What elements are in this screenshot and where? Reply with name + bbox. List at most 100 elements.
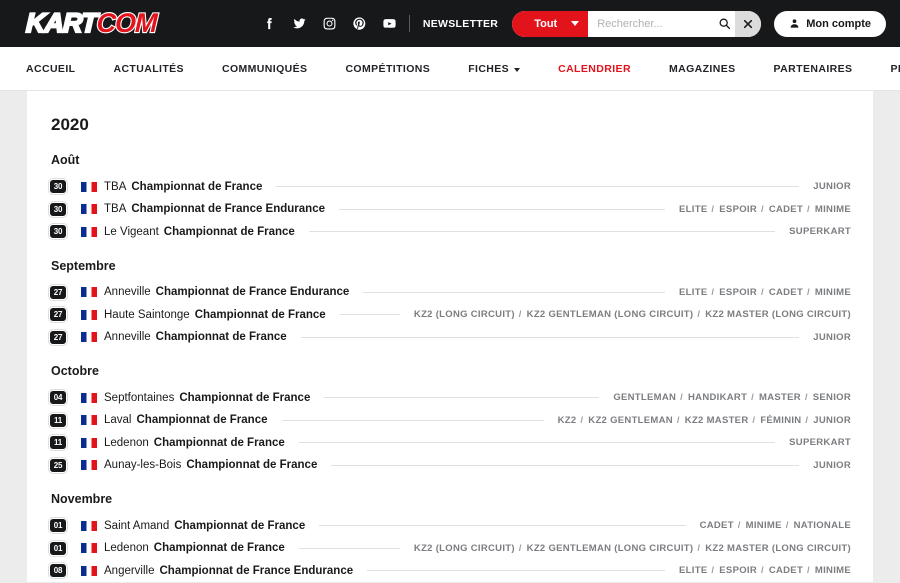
france-flag-icon xyxy=(81,415,97,425)
event-categories: GENTLEMAN / HANDIKART / MASTER / SENIOR xyxy=(613,392,851,403)
event-category: KZ2 (LONG CIRCUIT) xyxy=(414,309,515,320)
nav-item-pr-sentation[interactable]: PRÉSENTATION xyxy=(890,63,900,75)
event-category: SUPERKART xyxy=(789,226,851,237)
event-day-badge: 04 xyxy=(49,390,67,405)
month-block: Août30TBAChampionnat de FranceJUNIOR30TB… xyxy=(49,153,851,243)
month-block: Septembre27AnnevilleChampionnat de Franc… xyxy=(49,259,851,349)
nav-item-fiches[interactable]: FICHES xyxy=(468,63,520,75)
event-category: KZ2 GENTLEMAN (LONG CIRCUIT) xyxy=(527,543,694,554)
category-separator: / xyxy=(749,415,758,426)
chevron-down-icon xyxy=(514,68,520,72)
event-category: KZ2 MASTER xyxy=(685,415,749,426)
event-day-badge: 27 xyxy=(49,285,67,300)
event-title: Championnat de France xyxy=(174,520,305,532)
month-block: Octobre04SeptfontainesChampionnat de Fra… xyxy=(49,364,851,476)
calendar-event-row[interactable]: 27AnnevilleChampionnat de FranceJUNIOR xyxy=(49,327,851,349)
event-category: MINIME xyxy=(815,565,851,576)
event-category: KZ2 GENTLEMAN (LONG CIRCUIT) xyxy=(527,309,694,320)
category-separator: / xyxy=(577,415,586,426)
pinterest-icon[interactable] xyxy=(352,16,367,31)
event-category: GENTLEMAN xyxy=(613,392,676,403)
nav-item-partenaires[interactable]: PARTENAIRES xyxy=(774,63,853,75)
calendar-event-row[interactable]: 25Aunay-les-BoisChampionnat de FranceJUN… xyxy=(49,455,851,477)
twitter-icon[interactable] xyxy=(292,16,307,31)
event-category: FÉMININ xyxy=(760,415,801,426)
site-logo[interactable]: KARTCOM xyxy=(26,10,157,37)
calendar-event-row[interactable]: 01LedenonChampionnat de FranceKZ2 (LONG … xyxy=(49,538,851,560)
event-location: Aunay-les-Bois xyxy=(104,459,181,471)
calendar-event-row[interactable]: 08AngervilleChampionnat de France Endura… xyxy=(49,560,851,582)
nav-item-actualit-s[interactable]: ACTUALITÉS xyxy=(113,63,184,75)
event-category: ESPOIR xyxy=(719,287,757,298)
category-separator: / xyxy=(735,520,744,531)
event-category: SENIOR xyxy=(813,392,851,403)
category-separator: / xyxy=(516,309,525,320)
nav-item-comp-titions[interactable]: COMPÉTITIONS xyxy=(345,63,430,75)
france-flag-icon xyxy=(81,227,97,237)
account-button[interactable]: Mon compte xyxy=(774,11,886,37)
search-scope-label: Tout xyxy=(534,18,557,30)
event-categories: ELITE / ESPOIR / CADET / MINIME xyxy=(679,565,851,576)
search-clear-button[interactable] xyxy=(735,11,761,37)
youtube-icon[interactable] xyxy=(382,16,397,31)
event-category: KZ2 (LONG CIRCUIT) xyxy=(414,543,515,554)
event-categories: JUNIOR xyxy=(813,181,851,192)
event-leader-line xyxy=(319,525,685,526)
nav-item-label: ACCUEIL xyxy=(26,63,75,75)
facebook-icon[interactable] xyxy=(262,16,277,31)
event-title: Championnat de France xyxy=(154,542,285,554)
event-category: KZ2 xyxy=(558,415,577,426)
calendar-event-row[interactable]: 11LavalChampionnat de FranceKZ2 / KZ2 GE… xyxy=(49,410,851,432)
calendar-event-row[interactable]: 27Haute SaintongeChampionnat de FranceKZ… xyxy=(49,304,851,326)
event-category: MINIME xyxy=(815,287,851,298)
newsletter-link[interactable]: NEWSLETTER xyxy=(423,18,498,30)
calendar-event-row[interactable]: 11LedenonChampionnat de FranceSUPERKART xyxy=(49,432,851,454)
event-title: Championnat de France xyxy=(131,181,262,193)
category-separator: / xyxy=(804,287,813,298)
event-day-badge: 25 xyxy=(49,458,67,473)
page-background: 2020 Août30TBAChampionnat de FranceJUNIO… xyxy=(0,91,900,582)
france-flag-icon xyxy=(81,287,97,297)
france-flag-icon xyxy=(81,182,97,192)
nav-item-calendrier[interactable]: CALENDRIER xyxy=(558,63,631,75)
event-leader-line xyxy=(339,209,665,210)
event-location: Septfontaines xyxy=(104,392,174,404)
calendar-event-row[interactable]: 01Saint AmandChampionnat de FranceCADET … xyxy=(49,515,851,537)
calendar-event-row[interactable]: 30TBAChampionnat de France EnduranceELIT… xyxy=(49,199,851,221)
event-title: Championnat de France xyxy=(156,331,287,343)
nav-item-communiqu-s[interactable]: COMMUNIQUÉS xyxy=(222,63,307,75)
nav-item-label: CALENDRIER xyxy=(558,63,631,75)
logo-text-kart: KART xyxy=(26,10,97,37)
event-category: CADET xyxy=(769,204,803,215)
calendar-event-row[interactable]: 30TBAChampionnat de FranceJUNIOR xyxy=(49,176,851,198)
top-header-bar: KARTCOM NEWSLETTER Tout xyxy=(0,0,900,47)
calendar-event-row[interactable]: 04SeptfontainesChampionnat de FranceGENT… xyxy=(49,387,851,409)
category-separator: / xyxy=(758,204,767,215)
event-categories: SUPERKART xyxy=(789,437,851,448)
instagram-icon[interactable] xyxy=(322,16,337,31)
nav-item-accueil[interactable]: ACCUEIL xyxy=(26,63,75,75)
event-location: Anneville xyxy=(104,286,151,298)
france-flag-icon xyxy=(81,521,97,531)
event-location: Angerville xyxy=(104,565,155,577)
calendar-container: 2020 Août30TBAChampionnat de FranceJUNIO… xyxy=(27,91,873,582)
search-scope-dropdown[interactable]: Tout xyxy=(512,11,588,37)
event-leader-line xyxy=(340,314,400,315)
search-submit-button[interactable] xyxy=(713,11,735,37)
search-input[interactable] xyxy=(597,18,709,30)
event-category: MASTER xyxy=(759,392,801,403)
event-day-badge: 30 xyxy=(49,224,67,239)
event-category: NATIONALE xyxy=(794,520,851,531)
event-title: Championnat de France xyxy=(164,226,295,238)
event-category: CADET xyxy=(769,565,803,576)
nav-item-label: COMPÉTITIONS xyxy=(345,63,430,75)
user-icon xyxy=(789,18,800,29)
event-category: KZ2 GENTLEMAN xyxy=(588,415,673,426)
calendar-event-row[interactable]: 30Le VigeantChampionnat de FranceSUPERKA… xyxy=(49,221,851,243)
france-flag-icon xyxy=(81,543,97,553)
nav-item-magazines[interactable]: MAGAZINES xyxy=(669,63,736,75)
event-categories: JUNIOR xyxy=(813,460,851,471)
category-separator: / xyxy=(783,520,792,531)
calendar-event-row[interactable]: 27AnnevilleChampionnat de France Enduran… xyxy=(49,282,851,304)
event-day-badge: 11 xyxy=(49,435,67,450)
